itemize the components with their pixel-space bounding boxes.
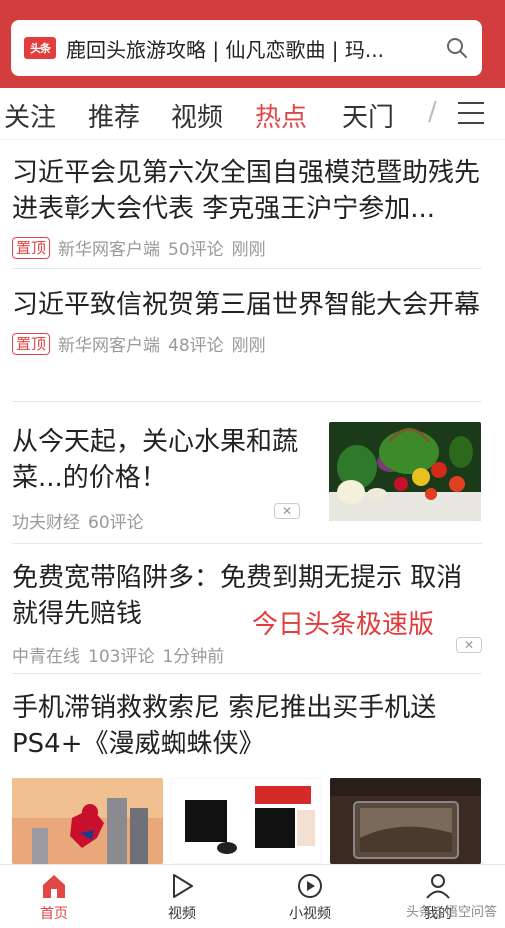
news-comments: 103评论 (88, 647, 155, 667)
header: 头条 鹿回头旅游攻略 | 仙凡恋歌曲 | 玛... (0, 0, 505, 88)
news-meta: 置顶 新华网客户端 50评论 刚刚 (12, 235, 482, 260)
news-source: 新华网客户端 (58, 336, 161, 356)
nav-label: 首页 (40, 906, 68, 922)
nav-label: 小视频 (289, 906, 331, 922)
home-icon (43, 875, 65, 898)
news-source: 中青在线 (12, 647, 80, 667)
tab-follow[interactable]: 关注 (4, 97, 56, 134)
search-bar[interactable]: 头条 鹿回头旅游攻略 | 仙凡恋歌曲 | 玛... (11, 20, 482, 76)
nav-label: 视频 (168, 906, 196, 922)
dismiss-button[interactable]: ✕ (274, 503, 300, 519)
news-time: 1分钟前 (162, 647, 225, 667)
nav-video[interactable]: 视频 (142, 871, 222, 923)
news-meta: 中青在线 103评论 1分钟前 (12, 642, 482, 667)
news-source: 功夫财经 (12, 513, 80, 533)
divider (12, 673, 482, 674)
divider (12, 543, 482, 544)
ps4-promo-thumbnail[interactable] (171, 778, 322, 864)
divider (12, 401, 482, 402)
news-title[interactable]: 习近平会见第六次全国自强模范暨助残先进表彰大会代表 李克强王沪宁参加... (12, 155, 482, 227)
news-source: 新华网客户端 (58, 240, 161, 260)
tab-overflow-fade: / (428, 97, 437, 127)
vegetables-thumbnail[interactable] (329, 422, 481, 521)
pinned-badge: 置顶 (12, 236, 51, 259)
news-title[interactable]: 从今天起，关心水果和蔬菜...的价格！ (12, 424, 317, 496)
bottom-nav: 首页 视频 小视频 我的 头条@悟空问答 (0, 864, 505, 928)
tab-video[interactable]: 视频 (171, 97, 223, 134)
news-comments: 50评论 (168, 240, 224, 260)
spiderman-thumbnail[interactable] (12, 778, 163, 864)
brand-watermark: 头条@悟空问答 (405, 905, 497, 920)
news-time: 刚刚 (231, 336, 266, 356)
news-title[interactable]: 手机滞销救救索尼 索尼推出买手机送PS4+《漫威蜘蛛侠》 (12, 690, 482, 762)
search-query[interactable]: 鹿回头旅游攻略 | 仙凡恋歌曲 | 玛... (66, 34, 446, 63)
user-icon (426, 874, 450, 899)
play-icon (173, 874, 193, 898)
tab-hot[interactable]: 热点 (255, 97, 307, 134)
nav-home[interactable]: 首页 (14, 871, 94, 923)
menu-icon[interactable] (458, 102, 484, 124)
channel-tabs: 关注 推荐 视频 热点 天门 / (0, 88, 505, 140)
news-meta: 置顶 新华网客户端 48评论 刚刚 (12, 331, 482, 356)
search-icon[interactable] (446, 37, 468, 59)
news-title[interactable]: 习近平致信祝贺第三届世界智能大会开幕 (12, 287, 482, 323)
news-item[interactable]: 从今天起，关心水果和蔬菜...的价格！ 功夫财经 60评论 (12, 424, 317, 533)
news-comments: 60评论 (88, 513, 144, 533)
dismiss-button[interactable]: ✕ (456, 637, 482, 653)
news-item[interactable]: 习近平致信祝贺第三届世界智能大会开幕 置顶 新华网客户端 48评论 刚刚 (12, 287, 482, 356)
short-video-icon (298, 874, 322, 898)
toutiao-logo: 头条 (24, 37, 56, 59)
pinned-badge: 置顶 (12, 332, 51, 355)
news-comments: 48评论 (168, 336, 224, 356)
nav-short-video[interactable]: 小视频 (270, 871, 350, 923)
news-time: 刚刚 (231, 240, 266, 260)
tab-recommend[interactable]: 推荐 (88, 97, 140, 134)
news-meta: 功夫财经 60评论 (12, 508, 317, 533)
sony-phone-thumbnail[interactable] (330, 778, 481, 864)
news-item[interactable]: 习近平会见第六次全国自强模范暨助残先进表彰大会代表 李克强王沪宁参加... 置顶… (12, 155, 482, 260)
divider (12, 268, 482, 269)
tab-tianmen[interactable]: 天门 (342, 97, 394, 134)
news-item[interactable]: 手机滞销救救索尼 索尼推出买手机送PS4+《漫威蜘蛛侠》 (12, 690, 482, 762)
app-watermark: 今日头条极速版 (252, 610, 435, 640)
